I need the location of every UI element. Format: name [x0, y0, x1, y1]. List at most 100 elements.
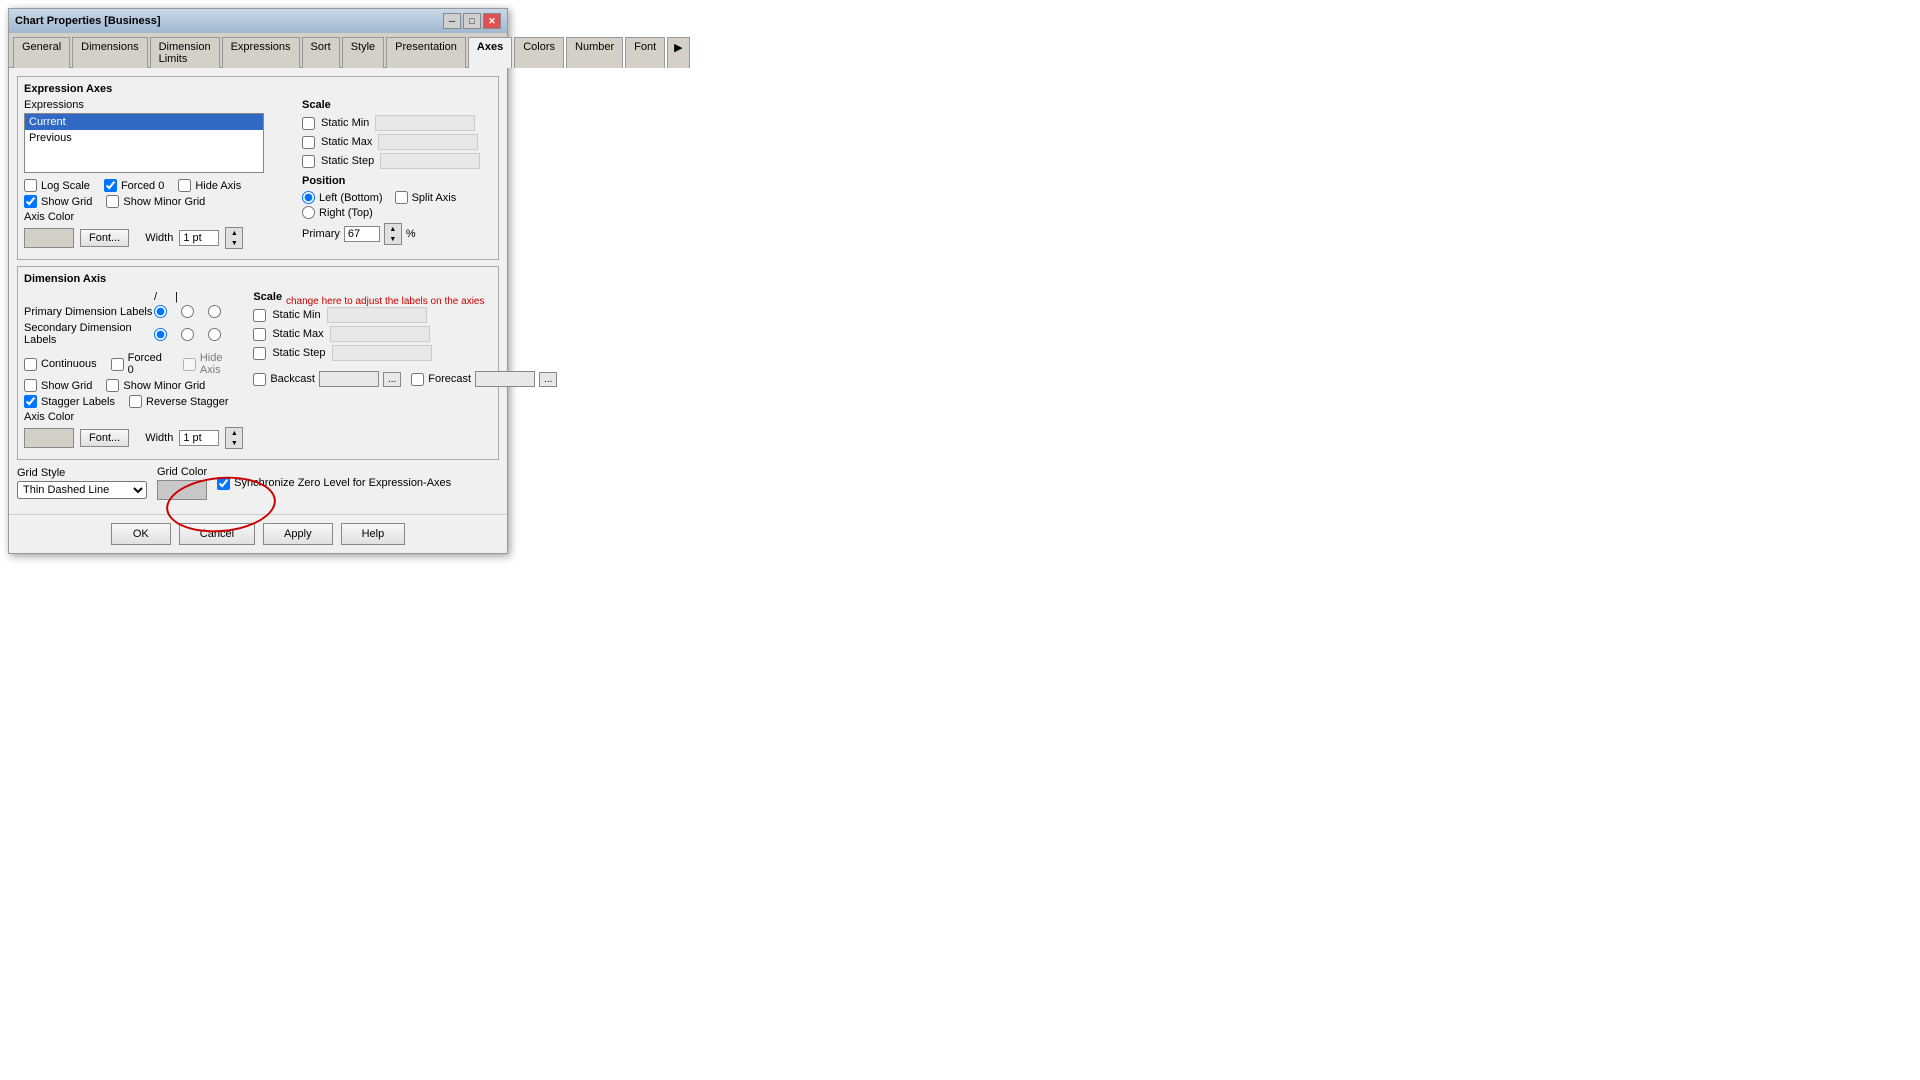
dim-static-min-row: Static Min	[253, 307, 557, 323]
static-min-input[interactable]	[375, 115, 475, 131]
expressions-list[interactable]: Current Previous	[24, 113, 264, 173]
dim-show-grid-checkbox[interactable]	[24, 379, 37, 392]
dim-axis-color-swatch[interactable]	[24, 428, 74, 448]
tab-general[interactable]: General	[13, 37, 70, 68]
tab-axes[interactable]: Axes	[468, 37, 512, 68]
dim-forced0-checkbox[interactable]	[111, 358, 124, 371]
secondary-dim-radio1[interactable]	[154, 328, 167, 341]
backcast-input[interactable]	[319, 371, 379, 387]
dim-static-max-label: Static Max	[272, 328, 323, 340]
show-minor-grid-checkbox[interactable]	[106, 195, 119, 208]
dim-static-max-input[interactable]	[330, 326, 430, 342]
dim-font-button[interactable]: Font...	[80, 429, 129, 447]
tabs-bar: General Dimensions Dimension Limits Expr…	[9, 33, 507, 68]
dim-axis-color-row: Axis Color	[24, 411, 243, 423]
tab-colors[interactable]: Colors	[514, 37, 564, 68]
primary-dim-radio2[interactable]	[181, 305, 194, 318]
dim-hide-axis-checkbox[interactable]	[183, 358, 196, 371]
hide-axis-checkbox[interactable]	[178, 179, 191, 192]
forced-0-label: Forced 0	[121, 180, 164, 192]
title-bar-controls: ─ □ ✕	[443, 13, 501, 29]
apply-button[interactable]: Apply	[263, 523, 333, 545]
split-axis-label: Split Axis	[412, 192, 457, 204]
backcast-label: Backcast	[270, 373, 315, 385]
primary-spinner[interactable]: ▲ ▼	[384, 223, 402, 245]
dim-static-min-input[interactable]	[327, 307, 427, 323]
forecast-label: Forecast	[428, 373, 471, 385]
dim-width-spinner[interactable]: ▲ ▼	[225, 427, 243, 449]
forecast-input[interactable]	[475, 371, 535, 387]
tab-more-button[interactable]: ▶	[667, 37, 689, 68]
primary-input[interactable]	[344, 226, 380, 242]
tab-presentation[interactable]: Presentation	[386, 37, 466, 68]
forecast-checkbox[interactable]	[411, 373, 424, 386]
expr-item-previous[interactable]: Previous	[25, 130, 263, 146]
dim-static-step-label: Static Step	[272, 347, 325, 359]
continuous-checkbox[interactable]	[24, 358, 37, 371]
tab-expressions[interactable]: Expressions	[222, 37, 300, 68]
width-down[interactable]: ▼	[226, 238, 242, 248]
left-bottom-row: Left (Bottom) Split Axis	[302, 191, 492, 204]
right-column: Scale Static Min Static Max Static Step	[302, 99, 492, 253]
tab-dimensions[interactable]: Dimensions	[72, 37, 147, 68]
dim-static-max-checkbox[interactable]	[253, 328, 266, 341]
secondary-dim-radio3[interactable]	[208, 328, 221, 341]
backcast-btn[interactable]: ...	[383, 372, 401, 387]
static-step-input[interactable]	[380, 153, 480, 169]
tab-sort[interactable]: Sort	[302, 37, 340, 68]
static-max-input[interactable]	[378, 134, 478, 150]
forced-0-checkbox[interactable]	[104, 179, 117, 192]
dim-show-minor-grid-checkbox[interactable]	[106, 379, 119, 392]
primary-down[interactable]: ▼	[385, 234, 401, 244]
cancel-button[interactable]: Cancel	[179, 523, 255, 545]
dim-width-down[interactable]: ▼	[226, 438, 242, 448]
close-button[interactable]: ✕	[483, 13, 501, 29]
tab-style[interactable]: Style	[342, 37, 384, 68]
help-button[interactable]: Help	[341, 523, 406, 545]
tab-dimension-limits[interactable]: Dimension Limits	[150, 37, 220, 68]
grid-color-group: Grid Color	[157, 466, 207, 500]
dim-static-step-checkbox[interactable]	[253, 347, 266, 360]
ok-button[interactable]: OK	[111, 523, 171, 545]
log-scale-checkbox[interactable]	[24, 179, 37, 192]
left-bottom-label: Left (Bottom)	[319, 192, 383, 204]
left-bottom-radio[interactable]	[302, 191, 315, 204]
width-up[interactable]: ▲	[226, 228, 242, 238]
primary-dim-radio1[interactable]	[154, 305, 167, 318]
right-top-radio[interactable]	[302, 206, 315, 219]
expr-item-current[interactable]: Current	[25, 114, 263, 130]
split-axis-checkbox[interactable]	[395, 191, 408, 204]
axis-color-swatch[interactable]	[24, 228, 74, 248]
dim-width-up[interactable]: ▲	[226, 428, 242, 438]
dim-width-input[interactable]	[179, 430, 219, 446]
synchronize-checkbox[interactable]	[217, 477, 230, 490]
width-label: Width	[145, 232, 173, 244]
primary-dim-radio3[interactable]	[208, 305, 221, 318]
font-button[interactable]: Font...	[80, 229, 129, 247]
static-step-checkbox[interactable]	[302, 155, 315, 168]
grid-style-select[interactable]: Thin Dashed Line Dashed Line Solid Line …	[17, 481, 147, 499]
dim-static-step-input[interactable]	[332, 345, 432, 361]
grid-color-swatch[interactable]	[157, 480, 207, 500]
backcast-forecast-row: Backcast ... Forecast ...	[253, 371, 557, 387]
grid-style-group: Grid Style Thin Dashed Line Dashed Line …	[17, 467, 147, 499]
primary-up[interactable]: ▲	[385, 224, 401, 234]
continuous-row: Continuous Forced 0 Hide Axis	[24, 352, 243, 376]
tab-font[interactable]: Font	[625, 37, 665, 68]
stagger-labels-checkbox[interactable]	[24, 395, 37, 408]
secondary-dim-radio2[interactable]	[181, 328, 194, 341]
width-input[interactable]	[179, 230, 219, 246]
static-max-checkbox[interactable]	[302, 136, 315, 149]
static-min-checkbox[interactable]	[302, 117, 315, 130]
forecast-btn[interactable]: ...	[539, 372, 557, 387]
minimize-button[interactable]: ─	[443, 13, 461, 29]
static-step-label: Static Step	[321, 155, 374, 167]
secondary-dim-labels-text: Secondary Dimension Labels	[24, 322, 154, 346]
tab-number[interactable]: Number	[566, 37, 623, 68]
width-spinner[interactable]: ▲ ▼	[225, 227, 243, 249]
maximize-button[interactable]: □	[463, 13, 481, 29]
reverse-stagger-checkbox[interactable]	[129, 395, 142, 408]
backcast-checkbox[interactable]	[253, 373, 266, 386]
dim-static-min-checkbox[interactable]	[253, 309, 266, 322]
show-grid-checkbox[interactable]	[24, 195, 37, 208]
